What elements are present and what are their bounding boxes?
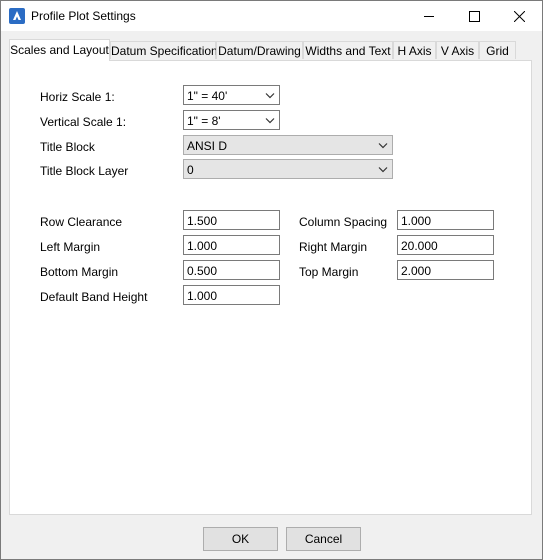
- top-margin-input[interactable]: 2.000: [397, 260, 494, 280]
- dialog-window: Profile Plot Settings Scales and Layout …: [0, 0, 543, 560]
- column-spacing-label: Column Spacing: [299, 215, 388, 229]
- bottom-margin-label: Bottom Margin: [40, 265, 119, 279]
- bottom-margin-value: 0.500: [187, 264, 218, 278]
- tab-h-axis[interactable]: H Axis: [393, 41, 436, 59]
- chevron-down-icon: [265, 93, 275, 99]
- close-icon: [514, 10, 525, 22]
- bottom-margin-input[interactable]: 0.500: [183, 260, 280, 280]
- title-block-layer-value: 0: [187, 163, 194, 177]
- default-band-height-value: 1.000: [187, 289, 218, 303]
- close-button[interactable]: [497, 1, 542, 31]
- default-band-height-input[interactable]: 1.000: [183, 285, 280, 305]
- tab-scales-and-layout[interactable]: Scales and Layout: [9, 39, 110, 61]
- window-title: Profile Plot Settings: [31, 9, 136, 23]
- horiz-scale-label: Horiz Scale 1:: [40, 90, 115, 104]
- maximize-icon: [469, 10, 480, 22]
- app-logo-icon: [9, 8, 25, 24]
- cancel-button[interactable]: Cancel: [286, 527, 361, 551]
- tab-v-axis[interactable]: V Axis: [436, 41, 479, 59]
- ok-button[interactable]: OK: [203, 527, 278, 551]
- right-margin-label: Right Margin: [299, 240, 368, 254]
- title-block-value: ANSI D: [187, 139, 228, 153]
- minimize-icon: [424, 15, 434, 17]
- horiz-scale-value: 1" = 40': [187, 89, 228, 103]
- tab-datum-drawing[interactable]: Datum/Drawing: [216, 41, 303, 59]
- title-block-layer-select[interactable]: 0: [183, 159, 393, 179]
- minimize-button[interactable]: [407, 1, 452, 31]
- vertical-scale-select[interactable]: 1" = 8': [183, 110, 280, 130]
- top-margin-label: Top Margin: [299, 265, 359, 279]
- tab-panel-scales-and-layout: Horiz Scale 1: 1" = 40' Vertical Scale 1…: [9, 60, 532, 515]
- top-margin-value: 2.000: [401, 264, 432, 278]
- title-block-select[interactable]: ANSI D: [183, 135, 393, 155]
- column-spacing-input[interactable]: 1.000: [397, 210, 494, 230]
- row-clearance-label: Row Clearance: [40, 215, 123, 229]
- maximize-button[interactable]: [452, 1, 497, 31]
- vertical-scale-value: 1" = 8': [187, 114, 221, 128]
- left-margin-input[interactable]: 1.000: [183, 235, 280, 255]
- title-block-label: Title Block: [40, 140, 95, 154]
- chevron-down-icon: [378, 143, 388, 149]
- horiz-scale-select[interactable]: 1" = 40': [183, 85, 280, 105]
- left-margin-value: 1.000: [187, 239, 218, 253]
- tab-widths-and-text[interactable]: Widths and Text: [303, 41, 393, 59]
- tab-datum-specification[interactable]: Datum Specification: [110, 41, 218, 59]
- right-margin-value: 20.000: [401, 239, 438, 253]
- default-band-height-label: Default Band Height: [40, 290, 148, 304]
- left-margin-label: Left Margin: [40, 240, 101, 254]
- chevron-down-icon: [265, 118, 275, 124]
- row-clearance-input[interactable]: 1.500: [183, 210, 280, 230]
- row-clearance-value: 1.500: [187, 214, 218, 228]
- title-bar[interactable]: Profile Plot Settings: [1, 1, 542, 31]
- title-block-layer-label: Title Block Layer: [40, 164, 129, 178]
- chevron-down-icon: [378, 167, 388, 173]
- tab-grid[interactable]: Grid: [479, 41, 516, 59]
- vertical-scale-label: Vertical Scale 1:: [40, 115, 127, 129]
- column-spacing-value: 1.000: [401, 214, 432, 228]
- right-margin-input[interactable]: 20.000: [397, 235, 494, 255]
